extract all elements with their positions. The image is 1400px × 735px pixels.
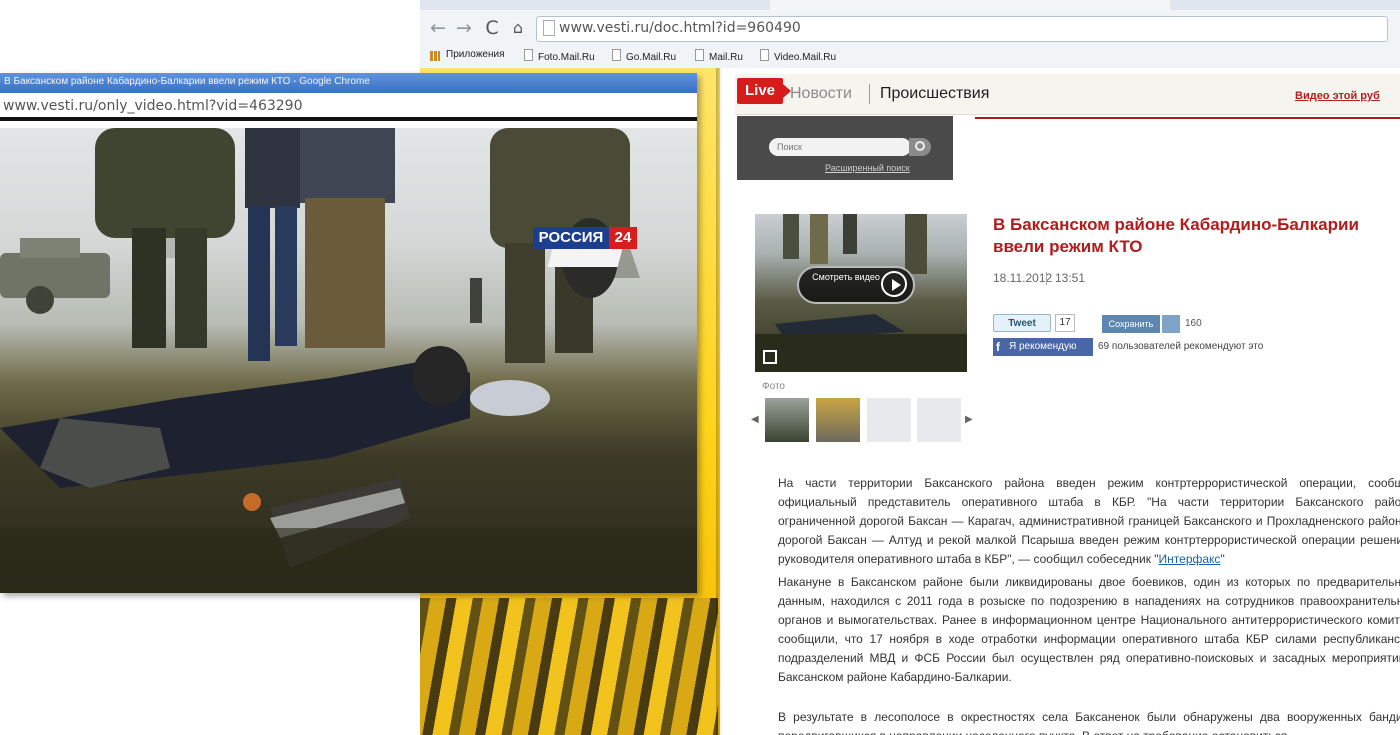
watch-video-button[interactable]: Смотреть видео [797, 266, 915, 304]
page-icon [543, 20, 555, 36]
article-time: 13:51 [1055, 271, 1086, 285]
tweet-button[interactable]: Tweet [993, 314, 1051, 332]
header-divider [975, 117, 1400, 119]
date-divider [1046, 272, 1047, 285]
reload-icon[interactable]: C [482, 18, 502, 38]
bookmark-mail[interactable]: Mail.Ru [695, 49, 743, 63]
search-panel: Расширенный поиск [737, 116, 953, 180]
page-icon [760, 49, 769, 61]
gallery-thumb-empty [867, 398, 911, 442]
popup-address-bar[interactable]: www.vesti.ru/only_video.html?vid=463290 [0, 93, 697, 121]
channel-logo-text: РОССИЯ [533, 227, 609, 249]
save-count: 160 [1185, 318, 1202, 329]
tweet-count: 17 [1055, 314, 1075, 332]
vesti-page: Live Новости Происшествия Видео этой руб… [720, 68, 1400, 735]
home-icon[interactable]: ⌂ [508, 18, 528, 38]
search-input[interactable] [769, 138, 911, 156]
section-video-link[interactable]: Видео этой руб [1295, 90, 1380, 102]
gallery-prev-icon[interactable]: ◀ [751, 414, 759, 425]
article-date: 18.11.2012 [993, 271, 1053, 285]
nav-incidents-link[interactable]: Происшествия [880, 85, 989, 103]
article-paragraph: В результате в лесополосе в окрестностях… [778, 710, 1400, 735]
watch-video-label: Смотреть видео [812, 272, 880, 282]
bookmark-apps[interactable]: Приложения [446, 49, 505, 60]
article-headline: В Баксанском районе Кабардино-Балкарии в… [993, 215, 1359, 256]
facebook-recommend-text: 69 пользователей рекомендуют это [1098, 341, 1264, 352]
back-icon[interactable]: ← [428, 18, 448, 38]
section-header: Live Новости Происшествия Видео этой руб [735, 74, 1400, 115]
search-icon[interactable] [909, 138, 931, 156]
advanced-search-link[interactable]: Расширенный поиск [825, 163, 910, 173]
channel-logo: РОССИЯ 24 [530, 224, 640, 267]
channel-logo-number: 24 [609, 227, 637, 249]
stadium-artwork [420, 598, 718, 735]
play-icon [881, 271, 907, 297]
popup-title-bar[interactable]: В Баксанском районе Кабардино-Балкарии в… [0, 73, 697, 93]
video-popup-window: В Баксанском районе Кабардино-Балкарии в… [0, 73, 697, 593]
facebook-recommend-button[interactable]: Я рекомендую [993, 338, 1093, 356]
nav-divider [869, 84, 870, 104]
bookmark-foto-mail[interactable]: Foto.Mail.Ru [524, 49, 595, 63]
forward-icon[interactable]: → [454, 18, 474, 38]
gallery-next-icon[interactable]: ▶ [965, 414, 973, 425]
save-button[interactable]: Сохранить [1102, 315, 1180, 333]
gallery-thumb[interactable] [816, 398, 860, 442]
fullscreen-icon[interactable] [763, 350, 777, 364]
apps-icon [430, 51, 440, 61]
address-bar[interactable]: www.vesti.ru/doc.html?id=960490 [536, 16, 1388, 42]
logo-tail [547, 249, 623, 267]
video-thumbnail[interactable]: Смотреть видео [755, 214, 967, 372]
photos-label: Фото [762, 381, 785, 392]
bookmark-video-mail[interactable]: Video.Mail.Ru [760, 49, 836, 63]
page-icon [612, 49, 621, 61]
video-player[interactable]: РОССИЯ 24 [0, 128, 697, 593]
article-paragraph: Накануне в Баксанском районе были ликвид… [778, 575, 1400, 684]
bookmarks-bar: Приложения Foto.Mail.Ru Go.Mail.Ru Mail.… [420, 46, 1400, 69]
page-icon [524, 49, 533, 61]
gallery-thumb-empty [917, 398, 961, 442]
popup-url: www.vesti.ru/only_video.html?vid=463290 [3, 98, 303, 114]
page-shadow [716, 68, 722, 735]
article-paragraph: На части территории Баксанского района в… [778, 476, 1400, 566]
gallery-thumb[interactable] [765, 398, 809, 442]
interfax-link[interactable]: Интерфакс [1159, 552, 1221, 566]
address-bar-url: www.vesti.ru/doc.html?id=960490 [559, 20, 801, 36]
page-icon [695, 49, 704, 61]
video-frame [0, 128, 697, 593]
popup-title: В Баксанском районе Кабардино-Балкарии в… [4, 76, 370, 87]
live-badge[interactable]: Live [737, 78, 783, 104]
nav-news-link[interactable]: Новости [790, 85, 852, 103]
browser-toolbar: ← → C ⌂ www.vesti.ru/doc.html?id=960490 [420, 10, 1400, 47]
bookmark-go-mail[interactable]: Go.Mail.Ru [612, 49, 676, 63]
